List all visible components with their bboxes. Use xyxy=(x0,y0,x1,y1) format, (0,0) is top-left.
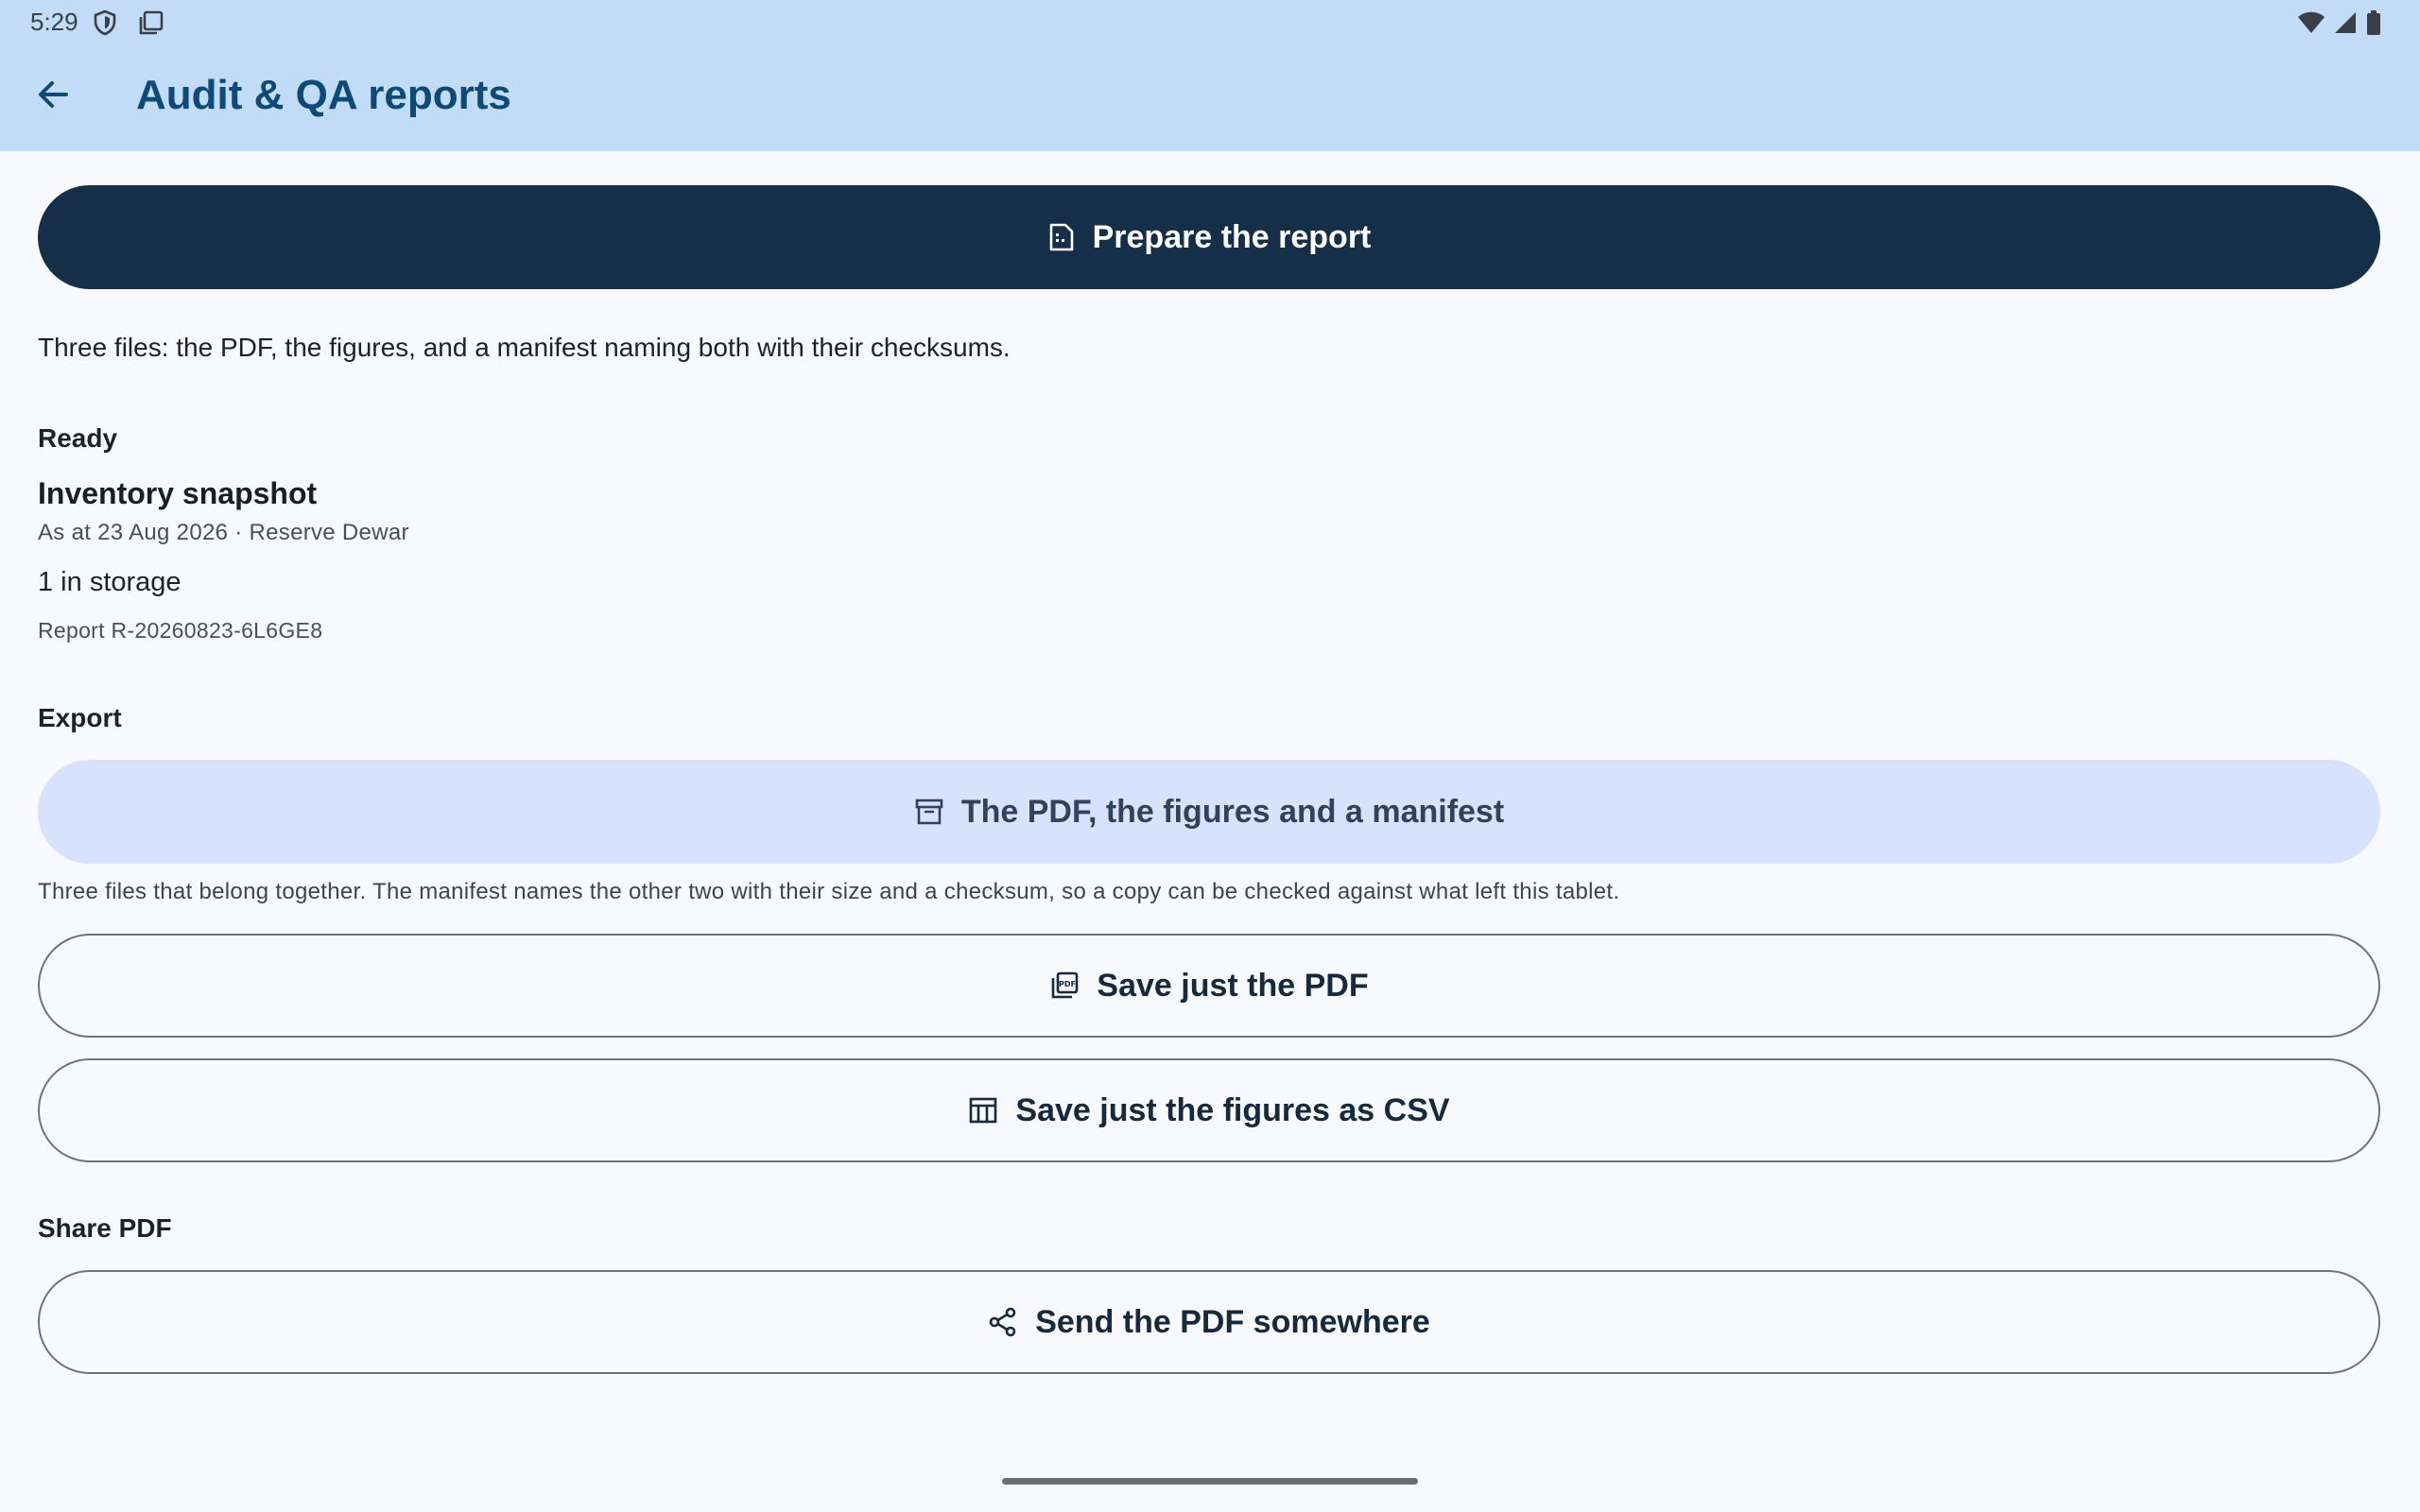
save-csv-button[interactable]: Save just the figures as CSV xyxy=(38,1058,2380,1162)
status-right-icons xyxy=(2297,9,2382,36)
shield-icon xyxy=(93,9,117,36)
share-pdf-button[interactable]: Send the PDF somewhere xyxy=(38,1270,2380,1374)
signal-icon xyxy=(2333,10,2358,35)
battery-icon xyxy=(2365,9,2382,36)
pdf-icon: PDF xyxy=(1049,971,1080,1001)
export-bundle-button[interactable]: The PDF, the figures and a manifest xyxy=(38,760,2380,864)
page-title: Audit & QA reports xyxy=(136,72,511,118)
back-button[interactable] xyxy=(28,70,78,119)
report-id: Report R-20260823-6L6GE8 xyxy=(38,618,323,643)
save-pdf-button[interactable]: PDF Save just the PDF xyxy=(38,934,2380,1038)
storage-count: 1 in storage xyxy=(38,567,182,597)
share-pdf-label: Send the PDF somewhere xyxy=(1035,1303,1430,1340)
document-icon xyxy=(1047,222,1076,252)
top-app-bar: 5:29 Audit & QA reports xyxy=(0,0,2420,151)
export-heading: Export xyxy=(38,703,122,732)
export-bundle-help: Three files that belong together. The ma… xyxy=(38,879,1620,904)
arrow-back-icon xyxy=(34,76,72,113)
prepare-description: Three files: the PDF, the figures, and a… xyxy=(38,333,1011,362)
status-time: 5:29 xyxy=(30,8,78,36)
save-csv-label: Save just the figures as CSV xyxy=(1015,1091,1450,1128)
svg-text:PDF: PDF xyxy=(1059,980,1076,988)
table-icon xyxy=(968,1095,998,1125)
report-subtitle: As at 23 Aug 2026 · Reserve Dewar xyxy=(38,520,409,545)
archive-icon xyxy=(914,797,944,827)
export-bundle-label: The PDF, the figures and a manifest xyxy=(960,793,1505,830)
prepare-report-button[interactable]: Prepare the report xyxy=(38,185,2380,289)
wifi-icon xyxy=(2297,10,2325,35)
prepare-report-label: Prepare the report xyxy=(1092,218,1372,255)
ready-heading: Ready xyxy=(38,423,118,453)
home-indicator[interactable] xyxy=(1002,1478,1418,1485)
share-icon xyxy=(988,1307,1018,1337)
status-left-icons xyxy=(93,9,164,36)
screen-icon xyxy=(138,9,164,36)
save-pdf-label: Save just the PDF xyxy=(1097,967,1369,1004)
report-title: Inventory snapshot xyxy=(38,476,318,510)
share-heading: Share PDF xyxy=(38,1213,172,1243)
